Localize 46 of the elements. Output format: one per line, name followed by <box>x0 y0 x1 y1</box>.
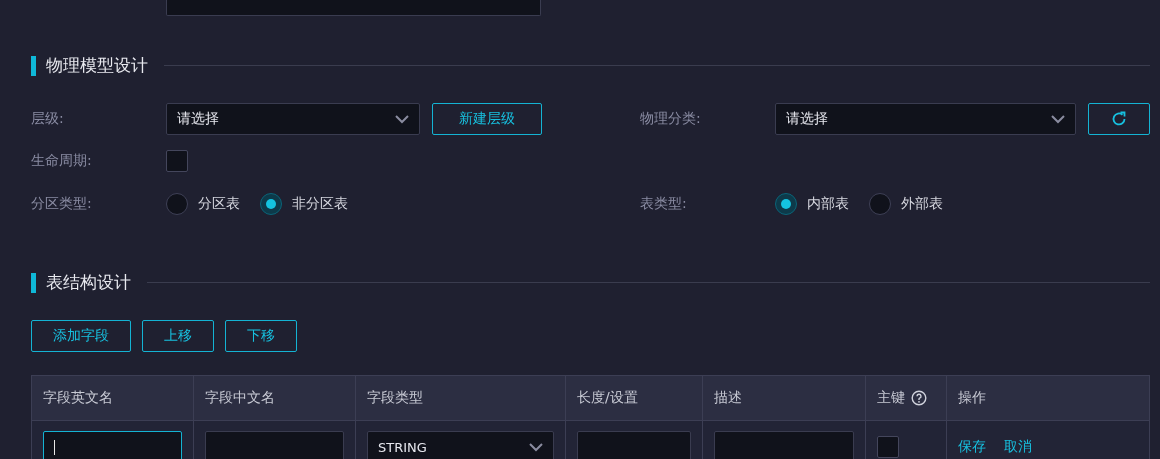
column-title: 长度/设置 <box>577 389 638 407</box>
refresh-icon <box>1111 111 1127 127</box>
section-title: 表结构设计 <box>46 271 131 294</box>
radio-button[interactable] <box>775 193 797 215</box>
section-marker <box>31 272 36 293</box>
category-select[interactable]: 请选择 <box>775 103 1076 135</box>
new-level-button[interactable]: 新建层级 <box>432 103 542 135</box>
radio-button[interactable] <box>869 193 891 215</box>
radio-label: 外部表 <box>901 195 943 213</box>
chevron-down-icon <box>395 114 409 124</box>
chevron-down-icon <box>529 442 543 452</box>
toolbar-button[interactable]: 下移 <box>225 320 297 352</box>
toolbar-button[interactable]: 上移 <box>142 320 214 352</box>
column-title: 描述 <box>714 389 742 407</box>
text-field[interactable] <box>166 0 541 16</box>
radio-label: 分区表 <box>198 195 240 213</box>
field-label: 分区类型: <box>31 194 93 213</box>
input-field[interactable] <box>205 431 344 459</box>
toolbar-button[interactable]: 添加字段 <box>31 320 131 352</box>
section-marker <box>31 55 36 76</box>
radio-button[interactable] <box>166 193 188 215</box>
level-select[interactable]: 请选择 <box>166 103 420 135</box>
column-title: 字段英文名 <box>43 389 113 407</box>
field-label: 表类型: <box>640 194 688 213</box>
field-label: 层级: <box>31 109 65 128</box>
checkbox[interactable] <box>877 436 899 458</box>
radio-label: 内部表 <box>807 195 849 213</box>
type-select[interactable]: STRING <box>367 431 554 459</box>
column-title: 字段类型 <box>367 389 423 407</box>
column-title: 操作 <box>958 389 986 407</box>
checkbox[interactable] <box>166 150 188 172</box>
column-title: 主键 <box>877 389 905 407</box>
field-label: 物理分类: <box>640 109 702 128</box>
input-field[interactable] <box>43 431 182 459</box>
radio-label: 非分区表 <box>292 195 348 213</box>
action-link[interactable]: 取消 <box>1004 438 1032 456</box>
radio-button[interactable] <box>260 193 282 215</box>
chevron-down-icon <box>1051 114 1065 124</box>
section-title: 物理模型设计 <box>46 54 148 77</box>
field-label: 生命周期: <box>31 151 93 170</box>
help-icon[interactable] <box>911 390 927 406</box>
input-field[interactable] <box>714 431 854 459</box>
input-field[interactable] <box>577 431 691 459</box>
refresh-button[interactable] <box>1088 103 1150 135</box>
action-link[interactable]: 保存 <box>958 438 986 456</box>
column-title: 字段中文名 <box>205 389 275 407</box>
